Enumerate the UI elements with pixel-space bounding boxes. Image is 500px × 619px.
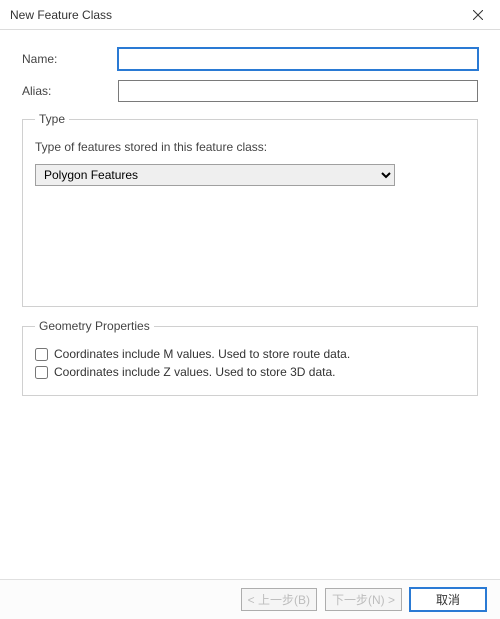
m-values-checkbox[interactable] bbox=[35, 348, 48, 361]
next-button[interactable]: 下一步(N) > bbox=[325, 588, 402, 611]
name-input[interactable] bbox=[118, 48, 478, 70]
feature-type-wrap: Polygon Features bbox=[35, 164, 395, 186]
z-values-checkbox[interactable] bbox=[35, 366, 48, 379]
type-legend: Type bbox=[35, 112, 69, 126]
type-group: Type Type of features stored in this fea… bbox=[22, 112, 478, 307]
type-description: Type of features stored in this feature … bbox=[35, 140, 465, 154]
alias-label: Alias: bbox=[22, 84, 118, 98]
dialog-content: Name: Alias: Type Type of features store… bbox=[0, 30, 500, 396]
window-title: New Feature Class bbox=[10, 8, 112, 22]
m-values-label: Coordinates include M values. Used to st… bbox=[54, 347, 350, 361]
m-values-row: Coordinates include M values. Used to st… bbox=[35, 347, 465, 361]
geometry-properties-group: Geometry Properties Coordinates include … bbox=[22, 319, 478, 396]
alias-input[interactable] bbox=[118, 80, 478, 102]
feature-type-select[interactable]: Polygon Features bbox=[35, 164, 395, 186]
name-row: Name: bbox=[22, 48, 478, 70]
geometry-legend: Geometry Properties bbox=[35, 319, 154, 333]
close-icon bbox=[473, 10, 483, 20]
back-button[interactable]: < 上一步(B) bbox=[241, 588, 317, 611]
alias-row: Alias: bbox=[22, 80, 478, 102]
cancel-button[interactable]: 取消 bbox=[410, 588, 486, 611]
titlebar: New Feature Class bbox=[0, 0, 500, 30]
button-bar: < 上一步(B) 下一步(N) > 取消 bbox=[0, 579, 500, 619]
z-values-label: Coordinates include Z values. Used to st… bbox=[54, 365, 335, 379]
close-button[interactable] bbox=[456, 0, 500, 30]
name-label: Name: bbox=[22, 52, 118, 66]
z-values-row: Coordinates include Z values. Used to st… bbox=[35, 365, 465, 379]
